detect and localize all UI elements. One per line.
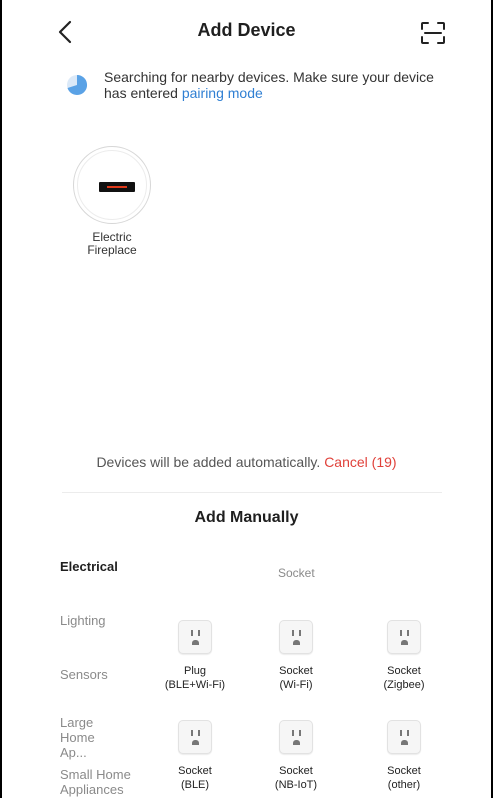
product-name-line2: (NB-IoT) — [274, 779, 318, 791]
section-label-socket: Socket — [278, 566, 315, 580]
category-small-home-appliances[interactable]: Small Home Appliances — [60, 767, 132, 797]
product-socket-other[interactable]: Socket (other) — [364, 720, 444, 792]
product-name-line1: Plug — [183, 665, 207, 677]
socket-icon — [178, 620, 212, 654]
socket-icon — [387, 720, 421, 754]
auto-add-row: Devices will be added automatically. Can… — [2, 454, 491, 470]
socket-icon — [279, 720, 313, 754]
product-name-line2: (BLE+Wi-Fi) — [164, 679, 226, 691]
socket-icon — [178, 720, 212, 754]
category-sensors[interactable]: Sensors — [60, 667, 140, 682]
fireplace-image — [99, 182, 135, 192]
category-large-home-appliances[interactable]: Large Home Ap... — [60, 715, 122, 760]
product-name-line1: Socket — [279, 765, 313, 777]
header: Add Device — [2, 0, 491, 62]
product-name-line1: Socket — [279, 665, 313, 677]
auto-add-text: Devices will be added automatically. — [96, 454, 321, 470]
device-name: Electric Fireplace — [87, 230, 137, 257]
divider — [62, 492, 442, 493]
notice-message: Searching for nearby devices. Make sure … — [104, 69, 434, 101]
product-name-line2: (BLE) — [180, 779, 210, 791]
scan-icon[interactable] — [420, 21, 446, 45]
page-title: Add Device — [197, 20, 296, 40]
product-name-line2: (Wi-Fi) — [279, 679, 313, 691]
searching-spinner-icon — [67, 74, 88, 95]
product-socket-zigbee[interactable]: Socket (Zigbee) — [364, 620, 444, 692]
notice-text: Searching for nearby devices. Make sure … — [104, 69, 434, 101]
product-socket-wifi[interactable]: Socket (Wi-Fi) — [256, 620, 336, 692]
category-electrical[interactable]: Electrical — [60, 559, 140, 574]
product-name-line2: (Zigbee) — [383, 679, 425, 691]
add-manually-title: Add Manually — [194, 509, 299, 526]
add-device-screen: Add Device Searching for nearby devices.… — [2, 0, 491, 798]
product-socket-ble[interactable]: Socket (BLE) — [155, 720, 235, 792]
found-device-electric-fireplace[interactable]: Electric Fireplace — [72, 146, 152, 257]
cancel-button[interactable]: Cancel (19) — [324, 454, 396, 470]
category-lighting[interactable]: Lighting — [60, 613, 140, 628]
socket-icon — [279, 620, 313, 654]
socket-icon — [387, 620, 421, 654]
product-socket-nb-iot[interactable]: Socket (NB-IoT) — [256, 720, 336, 792]
product-plug-ble-wifi[interactable]: Plug (BLE+Wi-Fi) — [155, 620, 235, 692]
product-name-line1: Socket — [387, 765, 421, 777]
product-name-line2: (other) — [387, 779, 421, 791]
product-name-line1: Socket — [387, 665, 421, 677]
product-name-line1: Socket — [178, 765, 212, 777]
device-icon-ring — [73, 146, 151, 224]
pairing-mode-link[interactable]: pairing mode — [182, 85, 263, 101]
